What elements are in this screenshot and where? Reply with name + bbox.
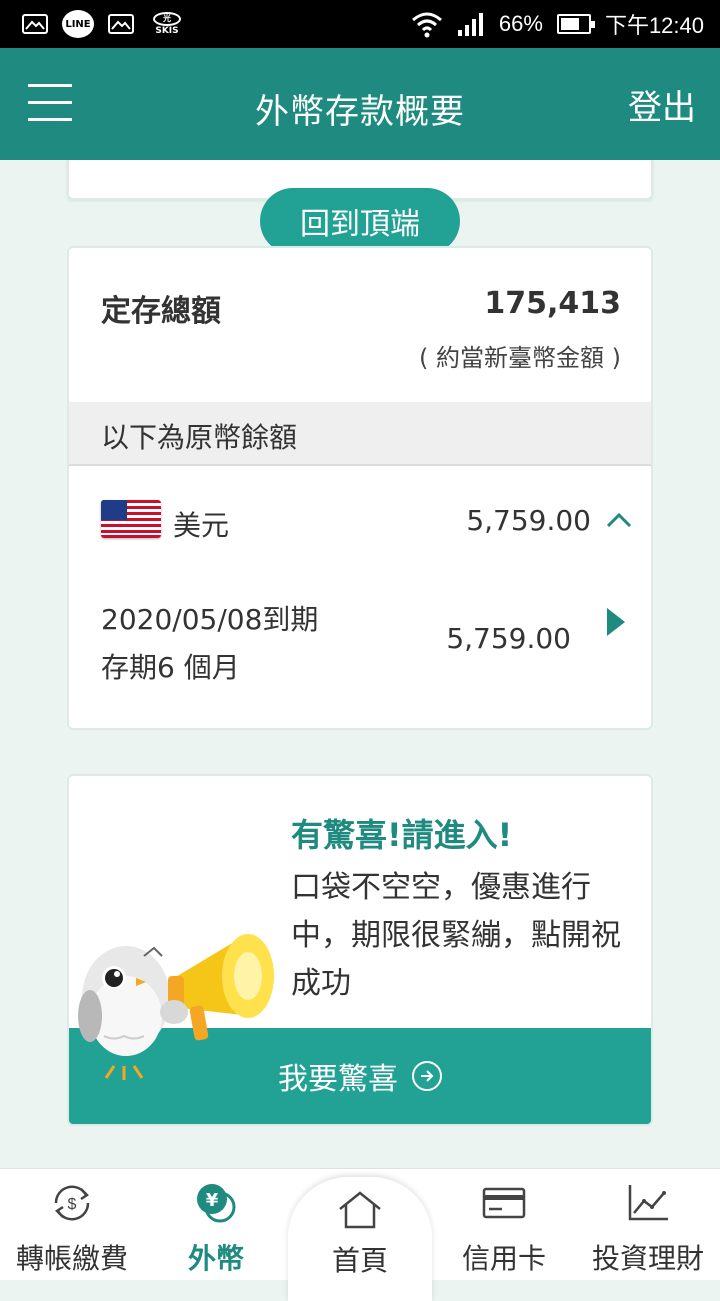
wifi-icon: [411, 12, 442, 38]
deposit-total-label: 定存總額: [101, 294, 221, 329]
forex-icon: ¥: [197, 1184, 236, 1223]
section-label: 以下為原幣餘額: [101, 421, 298, 454]
home-icon: [339, 1191, 381, 1229]
nav-item-forex[interactable]: ¥ 外幣: [144, 1169, 288, 1281]
deposit-total-value: 175,413: [484, 286, 621, 321]
play-arrow-icon[interactable]: [607, 608, 625, 636]
promo-button-label: 我要驚喜: [278, 1062, 398, 1097]
arrow-circle-right-icon: [412, 1061, 442, 1091]
image-notification-icon: [108, 14, 134, 34]
deposit-total-note: ( 約當新臺幣金額 ): [419, 344, 621, 372]
original-currency-section-header: 以下為原幣餘額: [69, 402, 651, 466]
status-bar-system: 66% 下午12:40: [411, 8, 704, 40]
status-bar: LINE 光 SKIS 66% 下午12:40: [0, 0, 720, 48]
owl-megaphone-mascot-icon: [78, 934, 274, 1080]
investment-chart-icon: [628, 1185, 668, 1221]
nav-label: 首頁: [331, 1244, 388, 1277]
promo-body: 口袋不空空，優惠進行中，期限很緊繃，點開祝成功: [291, 870, 621, 1001]
credit-card-icon: [482, 1187, 526, 1219]
svg-text:$: $: [68, 1196, 77, 1213]
logout-button[interactable]: 登出: [628, 80, 696, 129]
back-to-top-button[interactable]: 回到頂端: [260, 188, 460, 254]
signal-icon: [457, 13, 483, 36]
currency-row-usd[interactable]: 美元 5,759.00: [69, 468, 651, 578]
nav-item-transfer[interactable]: $ 轉帳繳費: [0, 1169, 144, 1281]
nav-label: 信用卡: [461, 1242, 546, 1275]
nav-label: 投資理財: [591, 1242, 704, 1275]
nav-item-home[interactable]: 首頁: [288, 1169, 432, 1281]
battery-percent: 66%: [498, 11, 543, 36]
maturity-date: 2020/05/08到期: [101, 603, 319, 636]
deposit-term: 存期6 個月: [101, 651, 240, 684]
app-bar: 外幣存款概要 登出: [0, 48, 720, 160]
skis-app-icon: 光 SKIS: [148, 10, 186, 38]
currency-amount: 5,759.00: [466, 504, 591, 537]
skis-label: SKIS: [155, 26, 179, 36]
clock: 下午12:40: [604, 13, 704, 38]
page-title: 外幣存款概要: [255, 92, 465, 132]
nav-label: 外幣: [187, 1242, 244, 1275]
nav-label: 轉帳繳費: [15, 1242, 128, 1275]
time-deposit-amount: 5,759.00: [446, 622, 571, 655]
status-bar-notifications: LINE 光 SKIS: [22, 10, 186, 38]
battery-icon: [556, 14, 595, 34]
image-notification-icon: [22, 14, 48, 34]
nav-item-investment[interactable]: 投資理財: [576, 1169, 720, 1281]
chevron-up-icon[interactable]: [605, 510, 633, 530]
transfer-icon: $: [54, 1185, 90, 1221]
svg-text:¥: ¥: [206, 1190, 219, 1211]
nav-item-credit-card[interactable]: 信用卡: [432, 1169, 576, 1281]
time-deposit-item[interactable]: 2020/05/08到期 存期6 個月 5,759.00: [69, 598, 651, 708]
us-flag-icon: [101, 500, 161, 538]
promo-headline: 有驚喜!請進入!: [291, 816, 513, 854]
currency-name: 美元: [173, 509, 230, 542]
bottom-nav: $ 轉帳繳費 ¥ 外幣 首頁 信用卡 投資理財: [0, 1168, 720, 1301]
line-app-icon: LINE: [62, 10, 94, 38]
time-deposit-card: 定存總額 175,413 ( 約當新臺幣金額 ) 以下為原幣餘額 美元 5,75…: [67, 246, 653, 730]
